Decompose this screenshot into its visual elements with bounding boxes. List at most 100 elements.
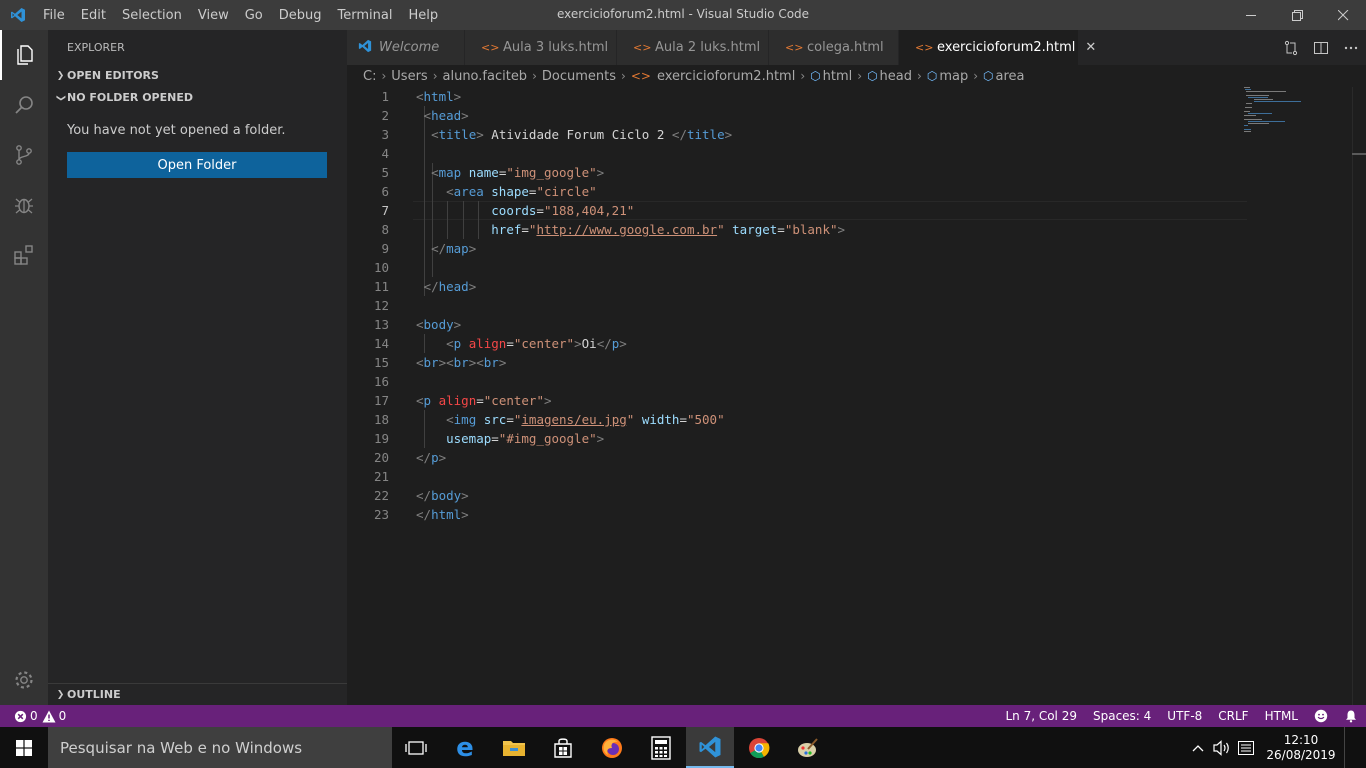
code-line[interactable]: 21 <box>347 467 1247 486</box>
store-icon[interactable] <box>539 727 587 768</box>
close-tab-icon[interactable]: ✕ <box>1085 40 1096 55</box>
volume-icon[interactable] <box>1210 739 1234 756</box>
breadcrumb-item[interactable]: aluno.faciteb <box>443 69 528 84</box>
encoding[interactable]: UTF-8 <box>1159 709 1210 723</box>
tab-label: Welcome <box>379 40 440 55</box>
code-line[interactable]: 15 <br><br><br> <box>347 353 1247 372</box>
task-view-icon[interactable] <box>392 727 440 768</box>
extensions-icon[interactable] <box>0 230 48 280</box>
restore-icon[interactable] <box>1274 0 1320 30</box>
code-line[interactable]: 9 </map> <box>347 239 1247 258</box>
line-number: 23 <box>373 507 389 522</box>
code-line[interactable]: 12 <box>347 296 1247 315</box>
end-of-line[interactable]: CRLF <box>1210 709 1256 723</box>
paint-icon[interactable] <box>784 727 832 768</box>
code-line[interactable]: 13 <body> <box>347 315 1247 334</box>
open-changes-icon[interactable] <box>1276 30 1306 65</box>
breadcrumb-item[interactable]: area <box>996 69 1025 84</box>
calculator-icon[interactable] <box>637 727 685 768</box>
menu-bar: File Edit Selection View Go Debug Termin… <box>35 0 446 30</box>
taskbar-search-box[interactable]: Pesquisar na Web e no Windows <box>48 727 392 768</box>
chevron-up-icon[interactable] <box>1186 744 1210 752</box>
tab-aula-3[interactable]: <> Aula 3 luks.html <box>465 30 617 65</box>
title-bar: File Edit Selection View Go Debug Termin… <box>0 0 1366 30</box>
tab-colega[interactable]: <> colega.html <box>769 30 899 65</box>
open-editors-section[interactable]: ❯ OPEN EDITORS <box>48 65 347 87</box>
code-line[interactable]: 20 </p> <box>347 448 1247 467</box>
vscode-taskbar-icon[interactable] <box>686 727 734 768</box>
more-actions-icon[interactable] <box>1336 30 1366 65</box>
minimap[interactable] <box>1244 87 1354 147</box>
open-folder-button[interactable]: Open Folder <box>67 152 327 178</box>
minimap-line <box>1245 89 1251 90</box>
minimap-line <box>1244 119 1262 120</box>
code-line[interactable]: 6 <area shape="circle" <box>347 182 1247 201</box>
chrome-icon[interactable] <box>735 727 783 768</box>
tab-welcome[interactable]: Welcome <box>347 30 465 65</box>
no-folder-section[interactable]: ❯ NO FOLDER OPENED <box>48 87 347 109</box>
windows-start-icon[interactable] <box>0 727 48 768</box>
code-line[interactable]: 11 </head> <box>347 277 1247 296</box>
outline-section[interactable]: ❯ OUTLINE <box>48 683 347 705</box>
breadcrumb-item[interactable]: Documents <box>542 69 616 84</box>
breadcrumb-item[interactable]: Users <box>391 69 427 84</box>
settings-gear-icon[interactable] <box>0 655 48 705</box>
tab-aula-2[interactable]: <> Aula 2 luks.html <box>617 30 769 65</box>
code-line[interactable]: 17 <p align="center"> <box>347 391 1247 410</box>
code-line[interactable]: 5 <map name="img_google"> <box>347 163 1247 182</box>
source-control-icon[interactable] <box>0 130 48 180</box>
menu-selection[interactable]: Selection <box>114 8 190 23</box>
menu-view[interactable]: View <box>190 8 237 23</box>
code-line[interactable]: 19 usemap="#img_google"> <box>347 429 1247 448</box>
keyboard-icon[interactable] <box>1234 740 1258 755</box>
minimize-icon[interactable] <box>1228 0 1274 30</box>
code-line[interactable]: 16 <box>347 372 1247 391</box>
line-code: </body> <box>416 488 469 503</box>
tab-exercicioforum2[interactable]: <> exercicioforum2.html ✕ <box>899 30 1096 65</box>
breadcrumb-item[interactable]: C: <box>363 69 376 84</box>
split-editor-icon[interactable] <box>1306 30 1336 65</box>
code-line[interactable]: 2 <head> <box>347 106 1247 125</box>
code-editor[interactable]: 1 <html> 2 <head> 3 <title> Atividade Forum… <box>347 87 1366 705</box>
code-line[interactable]: 7 coords="188,404,21" <box>347 201 1247 220</box>
language-mode[interactable]: HTML <box>1257 709 1306 723</box>
code-line[interactable]: 23 </html> <box>347 505 1247 524</box>
menu-go[interactable]: Go <box>237 8 271 23</box>
menu-edit[interactable]: Edit <box>73 8 114 23</box>
editor-scrollbar[interactable] <box>1352 87 1366 705</box>
debug-icon[interactable] <box>0 180 48 230</box>
menu-terminal[interactable]: Terminal <box>330 8 401 23</box>
code-line[interactable]: 1 <html> <box>347 87 1247 106</box>
problems-indicator[interactable]: 0 0 <box>0 709 66 723</box>
breadcrumb-item[interactable]: head <box>880 69 912 84</box>
file-explorer-icon[interactable] <box>490 727 538 768</box>
vscode-icon <box>357 39 373 56</box>
explorer-icon[interactable] <box>0 30 48 80</box>
edge-browser-icon[interactable]: e <box>441 727 489 768</box>
breadcrumb-item[interactable]: map <box>939 69 968 84</box>
code-line[interactable]: 8 href="http://www.google.com.br" target… <box>347 220 1247 239</box>
breadcrumb-item[interactable]: exercicioforum2.html <box>657 69 795 84</box>
code-line[interactable]: 14 <p align="center">Oi</p> <box>347 334 1247 353</box>
breadcrumb-item[interactable]: html <box>823 69 853 84</box>
minimap-line <box>1246 103 1252 104</box>
search-icon[interactable] <box>0 80 48 130</box>
menu-file[interactable]: File <box>35 8 73 23</box>
show-desktop-button[interactable] <box>1344 727 1366 768</box>
code-line[interactable]: 10 <box>347 258 1247 277</box>
firefox-icon[interactable] <box>588 727 636 768</box>
indentation[interactable]: Spaces: 4 <box>1085 709 1159 723</box>
code-line[interactable]: 18 <img src="imagens/eu.jpg" width="500" <box>347 410 1247 429</box>
activity-bar <box>0 30 48 705</box>
element-icon: ⬡ <box>867 69 878 83</box>
notifications-bell-icon[interactable] <box>1336 709 1366 723</box>
code-line[interactable]: 22 </body> <box>347 486 1247 505</box>
menu-debug[interactable]: Debug <box>271 8 330 23</box>
feedback-smiley-icon[interactable] <box>1306 709 1336 723</box>
cursor-position[interactable]: Ln 7, Col 29 <box>997 709 1085 723</box>
menu-help[interactable]: Help <box>400 8 446 23</box>
code-line[interactable]: 3 <title> Atividade Forum Ciclo 2 </titl… <box>347 125 1247 144</box>
system-clock[interactable]: 12:10 26/08/2019 <box>1258 733 1344 763</box>
code-line[interactable]: 4 <box>347 144 1247 163</box>
close-window-icon[interactable] <box>1320 0 1366 30</box>
